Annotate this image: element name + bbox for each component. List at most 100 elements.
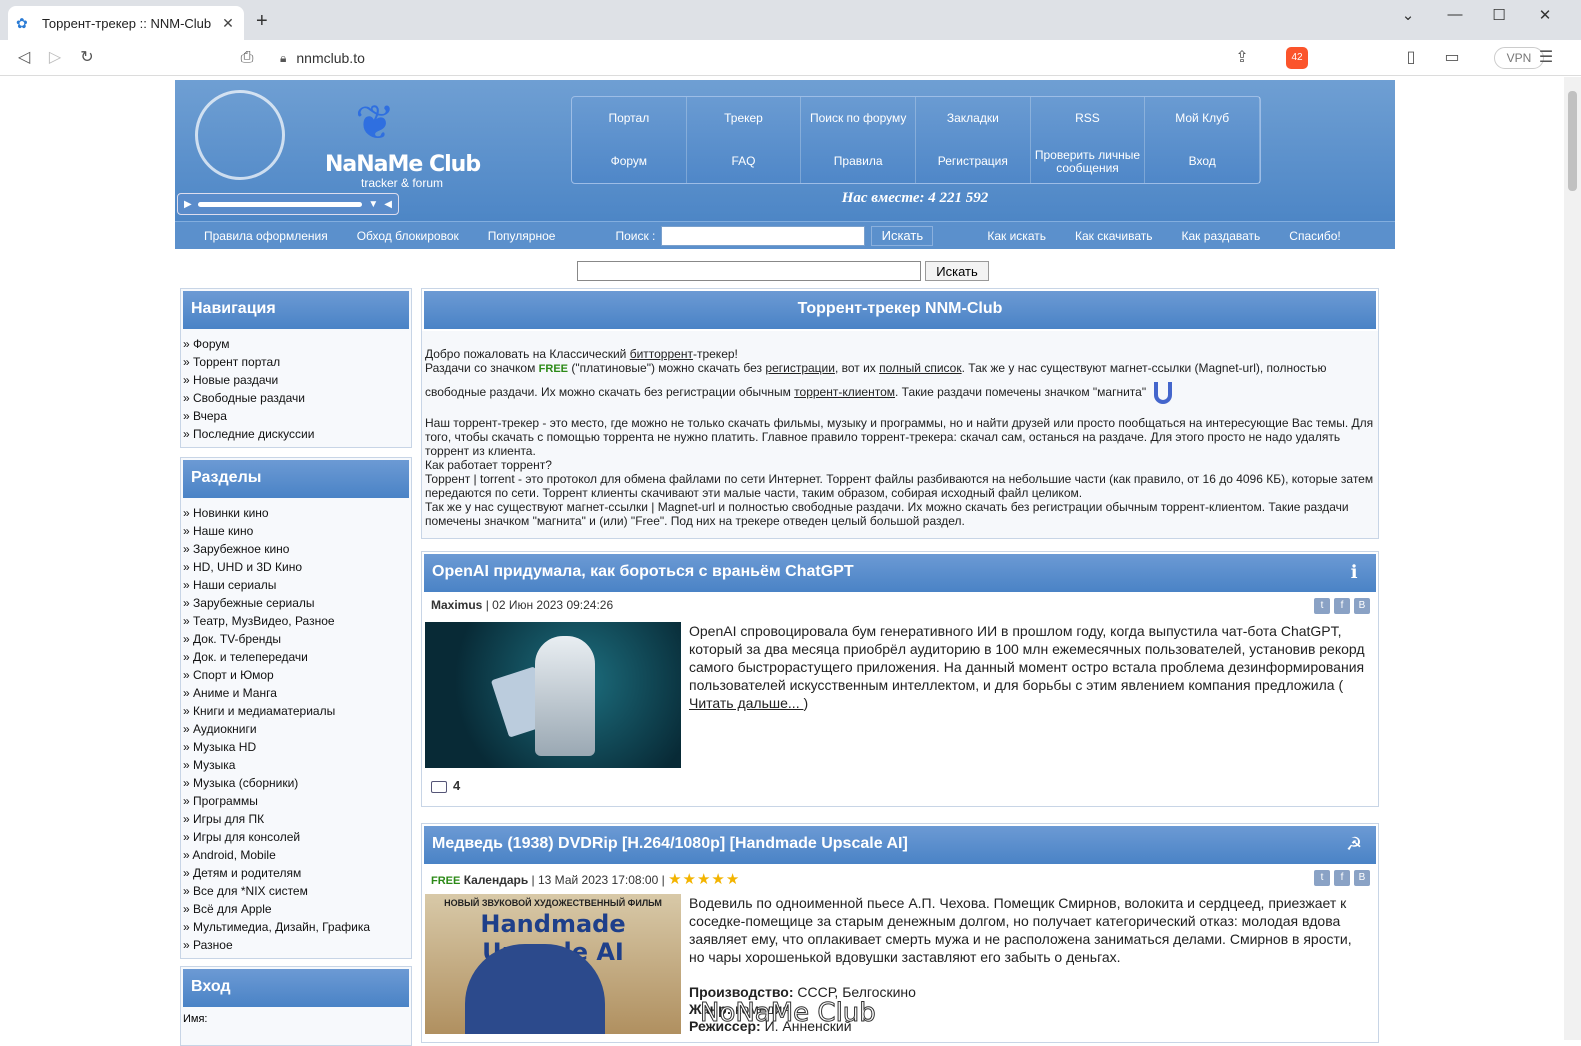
link-how-search[interactable]: Как искать xyxy=(987,229,1046,243)
nav-forum[interactable]: Форум xyxy=(572,140,687,183)
vk-icon[interactable]: B xyxy=(1354,598,1370,614)
sidebar-section-item[interactable]: Игры для консолей xyxy=(183,828,409,846)
header-search-button[interactable]: Искать xyxy=(871,225,934,246)
link-registration[interactable]: регистрации xyxy=(765,361,835,375)
link-popular[interactable]: Популярное xyxy=(488,229,556,243)
wallet-icon[interactable]: ▭ xyxy=(1442,48,1462,68)
sidebar-section-item[interactable]: Театр, МузВидео, Разное xyxy=(183,612,409,630)
maximize-icon[interactable]: ☐ xyxy=(1484,6,1514,24)
sidebar-nav-item[interactable]: Торрент портал xyxy=(183,353,409,371)
twitter-icon[interactable]: t xyxy=(1314,870,1330,886)
secondary-search-button[interactable]: Искать xyxy=(925,261,989,281)
sidebar-section-item[interactable]: Музыка (сборники) xyxy=(183,774,409,792)
sidebar-section-item[interactable]: Музыка xyxy=(183,756,409,774)
sidebar-section-item[interactable]: Всё для Apple xyxy=(183,900,409,918)
sidebar-section-item[interactable]: Док. TV-бренды xyxy=(183,630,409,648)
nav-login[interactable]: Вход xyxy=(1145,140,1260,183)
back-icon[interactable]: ◁ xyxy=(14,48,34,68)
sidebar-toggle-icon[interactable]: ▯ xyxy=(1401,48,1421,68)
news-author[interactable]: Календарь xyxy=(464,873,529,887)
comments-count[interactable]: 4 xyxy=(422,772,1378,799)
secondary-search-input[interactable] xyxy=(577,261,921,281)
address-bar[interactable]: 🔒︎ nnmclub.to xyxy=(270,44,1300,72)
dropdown-icon[interactable]: ▼ xyxy=(368,199,378,210)
page-scrollbar[interactable] xyxy=(1564,77,1581,1040)
scrollbar-thumb[interactable] xyxy=(1568,91,1577,191)
sidebar-section-item[interactable]: Все для *NIX систем xyxy=(183,882,409,900)
movie-poster[interactable]: НОВЫЙ ЗВУКОВОЙ ХУДОЖЕСТВЕННЫЙ ФИЛЬМ Hand… xyxy=(425,894,681,1034)
nav-rules[interactable]: Правила xyxy=(801,140,916,183)
link-bypass[interactable]: Обход блокировок xyxy=(357,229,459,243)
read-more-link[interactable]: Читать дальше... xyxy=(689,695,803,711)
sidebar-section-item[interactable]: Аниме и Манга xyxy=(183,684,409,702)
sidebar-section-item[interactable]: Книги и медиаматериалы xyxy=(183,702,409,720)
close-tab-icon[interactable]: ✕ xyxy=(220,15,236,32)
nav-bookmarks[interactable]: Закладки xyxy=(916,97,1031,140)
news-title[interactable]: OpenAI придумала, как бороться с враньём… xyxy=(424,554,1376,592)
nav-rss[interactable]: RSS xyxy=(1031,97,1146,140)
header-search-input[interactable] xyxy=(661,225,866,246)
share-icon[interactable]: ⇪ xyxy=(1232,48,1252,68)
logo-text[interactable]: NaNaMe Club xyxy=(325,152,481,177)
sidebar-section-item[interactable]: Игры для ПК xyxy=(183,810,409,828)
sidebar-section-item[interactable]: Наше кино xyxy=(183,522,409,540)
sidebar-section-item[interactable]: Android, Mobile xyxy=(183,846,409,864)
facebook-icon[interactable]: f xyxy=(1334,870,1350,886)
bookmark-icon[interactable]: ⎙ xyxy=(237,48,257,68)
menu-icon[interactable]: ☰ xyxy=(1536,48,1556,68)
nav-tracker[interactable]: Трекер xyxy=(687,97,802,140)
vk-icon[interactable]: B xyxy=(1354,870,1370,886)
sidebar-nav-item[interactable]: Новые раздачи xyxy=(183,371,409,389)
sidebar-section-item[interactable]: Мультимедиа, Дизайн, Графика xyxy=(183,918,409,936)
sidebar-nav-item[interactable]: Последние дискуссии xyxy=(183,425,409,443)
facebook-icon[interactable]: f xyxy=(1334,598,1350,614)
tab-search-icon[interactable]: ⌄ xyxy=(1393,6,1423,24)
nav-messages[interactable]: Проверить личные сообщения xyxy=(1031,140,1146,183)
sidebar-nav-item[interactable]: Свободные раздачи xyxy=(183,389,409,407)
nav-portal[interactable]: Портал xyxy=(572,97,687,140)
link-how-seed[interactable]: Как раздавать xyxy=(1182,229,1261,243)
sidebar-section-item[interactable]: Разное xyxy=(183,936,409,954)
sidebar-section-item[interactable]: Аудиокниги xyxy=(183,720,409,738)
sidebar-section-item[interactable]: Детям и родителям xyxy=(183,864,409,882)
navigation-box: Навигация ФорумТоррент порталНовые разда… xyxy=(180,288,412,448)
sidebar-section-item[interactable]: Новинки кино xyxy=(183,504,409,522)
play-icon[interactable]: ▶ xyxy=(184,199,192,210)
news-thumbnail[interactable] xyxy=(425,622,681,768)
sidebar-section-item[interactable]: Спорт и Юмор xyxy=(183,666,409,684)
link-full-list[interactable]: полный список xyxy=(879,361,961,375)
nav-forum-search[interactable]: Поиск по форуму xyxy=(801,97,916,140)
player-progress[interactable] xyxy=(197,201,363,207)
reload-icon[interactable]: ↻ xyxy=(77,48,97,68)
sidebar-nav-item[interactable]: Вчера xyxy=(183,407,409,425)
news-title-text[interactable]: Медведь (1938) DVDRip [H.264/1080p] [Han… xyxy=(432,835,908,852)
news-title-text[interactable]: OpenAI придумала, как бороться с враньём… xyxy=(432,563,854,580)
sidebar-section-item[interactable]: Музыка HD xyxy=(183,738,409,756)
sidebar-section-item[interactable]: HD, UHD и 3D Кино xyxy=(183,558,409,576)
minimize-icon[interactable]: — xyxy=(1440,6,1470,23)
news-author[interactable]: Maximus xyxy=(431,598,482,612)
audio-player[interactable]: ▶ ▼ ◀ xyxy=(177,193,399,215)
link-thanks[interactable]: Спасибо! xyxy=(1289,229,1340,243)
close-window-icon[interactable]: ✕ xyxy=(1530,6,1560,24)
nav-my-club[interactable]: Мой Клуб xyxy=(1145,97,1260,140)
nav-faq[interactable]: FAQ xyxy=(687,140,802,183)
nav-register[interactable]: Регистрация xyxy=(916,140,1031,183)
link-design-rules[interactable]: Правила оформления xyxy=(204,229,328,243)
sidebar-section-item[interactable]: Док. и телепередачи xyxy=(183,648,409,666)
link-how-download[interactable]: Как скачивать xyxy=(1075,229,1153,243)
volume-icon[interactable]: ◀ xyxy=(384,199,392,210)
sidebar-section-item[interactable]: Программы xyxy=(183,792,409,810)
forward-icon[interactable]: ▷ xyxy=(45,48,65,68)
sidebar-section-item[interactable]: Наши сериалы xyxy=(183,576,409,594)
sidebar-section-item[interactable]: Зарубежное кино xyxy=(183,540,409,558)
link-torrent-client[interactable]: торрент-клиентом xyxy=(794,385,895,399)
twitter-icon[interactable]: t xyxy=(1314,598,1330,614)
news-title[interactable]: Медведь (1938) DVDRip [H.264/1080p] [Han… xyxy=(424,826,1376,864)
browser-tab[interactable]: ✿ Торрент-трекер :: NNM-Club ✕ xyxy=(8,6,244,40)
new-tab-icon[interactable]: + xyxy=(256,10,268,33)
sidebar-nav-item[interactable]: Форум xyxy=(183,335,409,353)
brave-shields-icon[interactable]: 42 xyxy=(1286,47,1308,69)
link-bittorrent[interactable]: битторрент xyxy=(630,347,693,361)
sidebar-section-item[interactable]: Зарубежные сериалы xyxy=(183,594,409,612)
